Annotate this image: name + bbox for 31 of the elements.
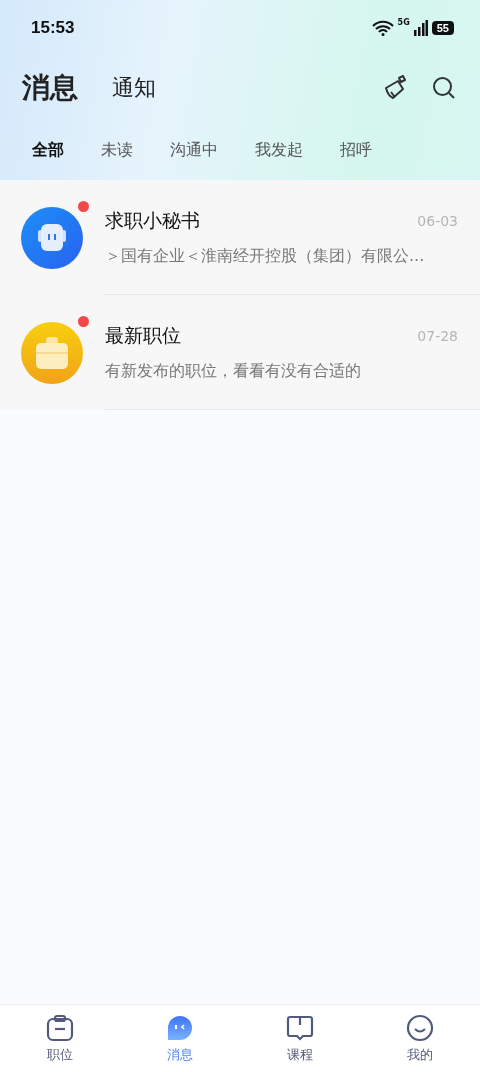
wifi-icon: [371, 20, 394, 36]
robot-avatar-icon: [21, 206, 83, 269]
briefcase-avatar-icon: [21, 321, 83, 384]
battery-level: 55: [431, 21, 454, 35]
nav-item[interactable]: 职位: [0, 1005, 120, 1072]
briefcase-icon: [46, 1013, 74, 1042]
book-icon: [286, 1013, 314, 1042]
nav-item[interactable]: 我的: [360, 1005, 480, 1072]
network-label: 5G: [397, 18, 410, 27]
message-row[interactable]: 最新职位 07-28 有新发布的职位，看看有没有合适的: [0, 295, 480, 410]
message-date: 06-03: [417, 212, 458, 229]
filter-tab[interactable]: 全部: [32, 139, 64, 161]
message-date: 07-28: [417, 327, 458, 344]
chat-bubble-icon: [166, 1013, 194, 1042]
smiley-icon: [406, 1013, 434, 1042]
nav-item[interactable]: 消息: [120, 1005, 240, 1072]
status-time: 15:53: [31, 18, 75, 38]
filter-tab[interactable]: 我发起: [255, 139, 303, 161]
search-icon[interactable]: [432, 76, 456, 100]
header-tab[interactable]: 通知: [112, 73, 156, 103]
filter-tab[interactable]: 招呼: [340, 139, 372, 161]
message-row[interactable]: 求职小秘书 06-03 ＞国有企业＜淮南经开控股（集团）有限公...: [0, 180, 480, 295]
filter-tab[interactable]: 沟通中: [170, 139, 218, 161]
message-title: 最新职位: [105, 322, 181, 348]
nav-item[interactable]: 课程: [240, 1005, 360, 1072]
message-title: 求职小秘书: [105, 207, 200, 233]
message-preview: 有新发布的职位，看看有没有合适的: [105, 360, 362, 382]
signal-icon: [413, 20, 428, 36]
header-tab[interactable]: 消息: [22, 69, 78, 107]
filter-tab[interactable]: 未读: [101, 139, 133, 161]
message-preview: ＞国有企业＜淮南经开控股（集团）有限公...: [105, 245, 426, 267]
